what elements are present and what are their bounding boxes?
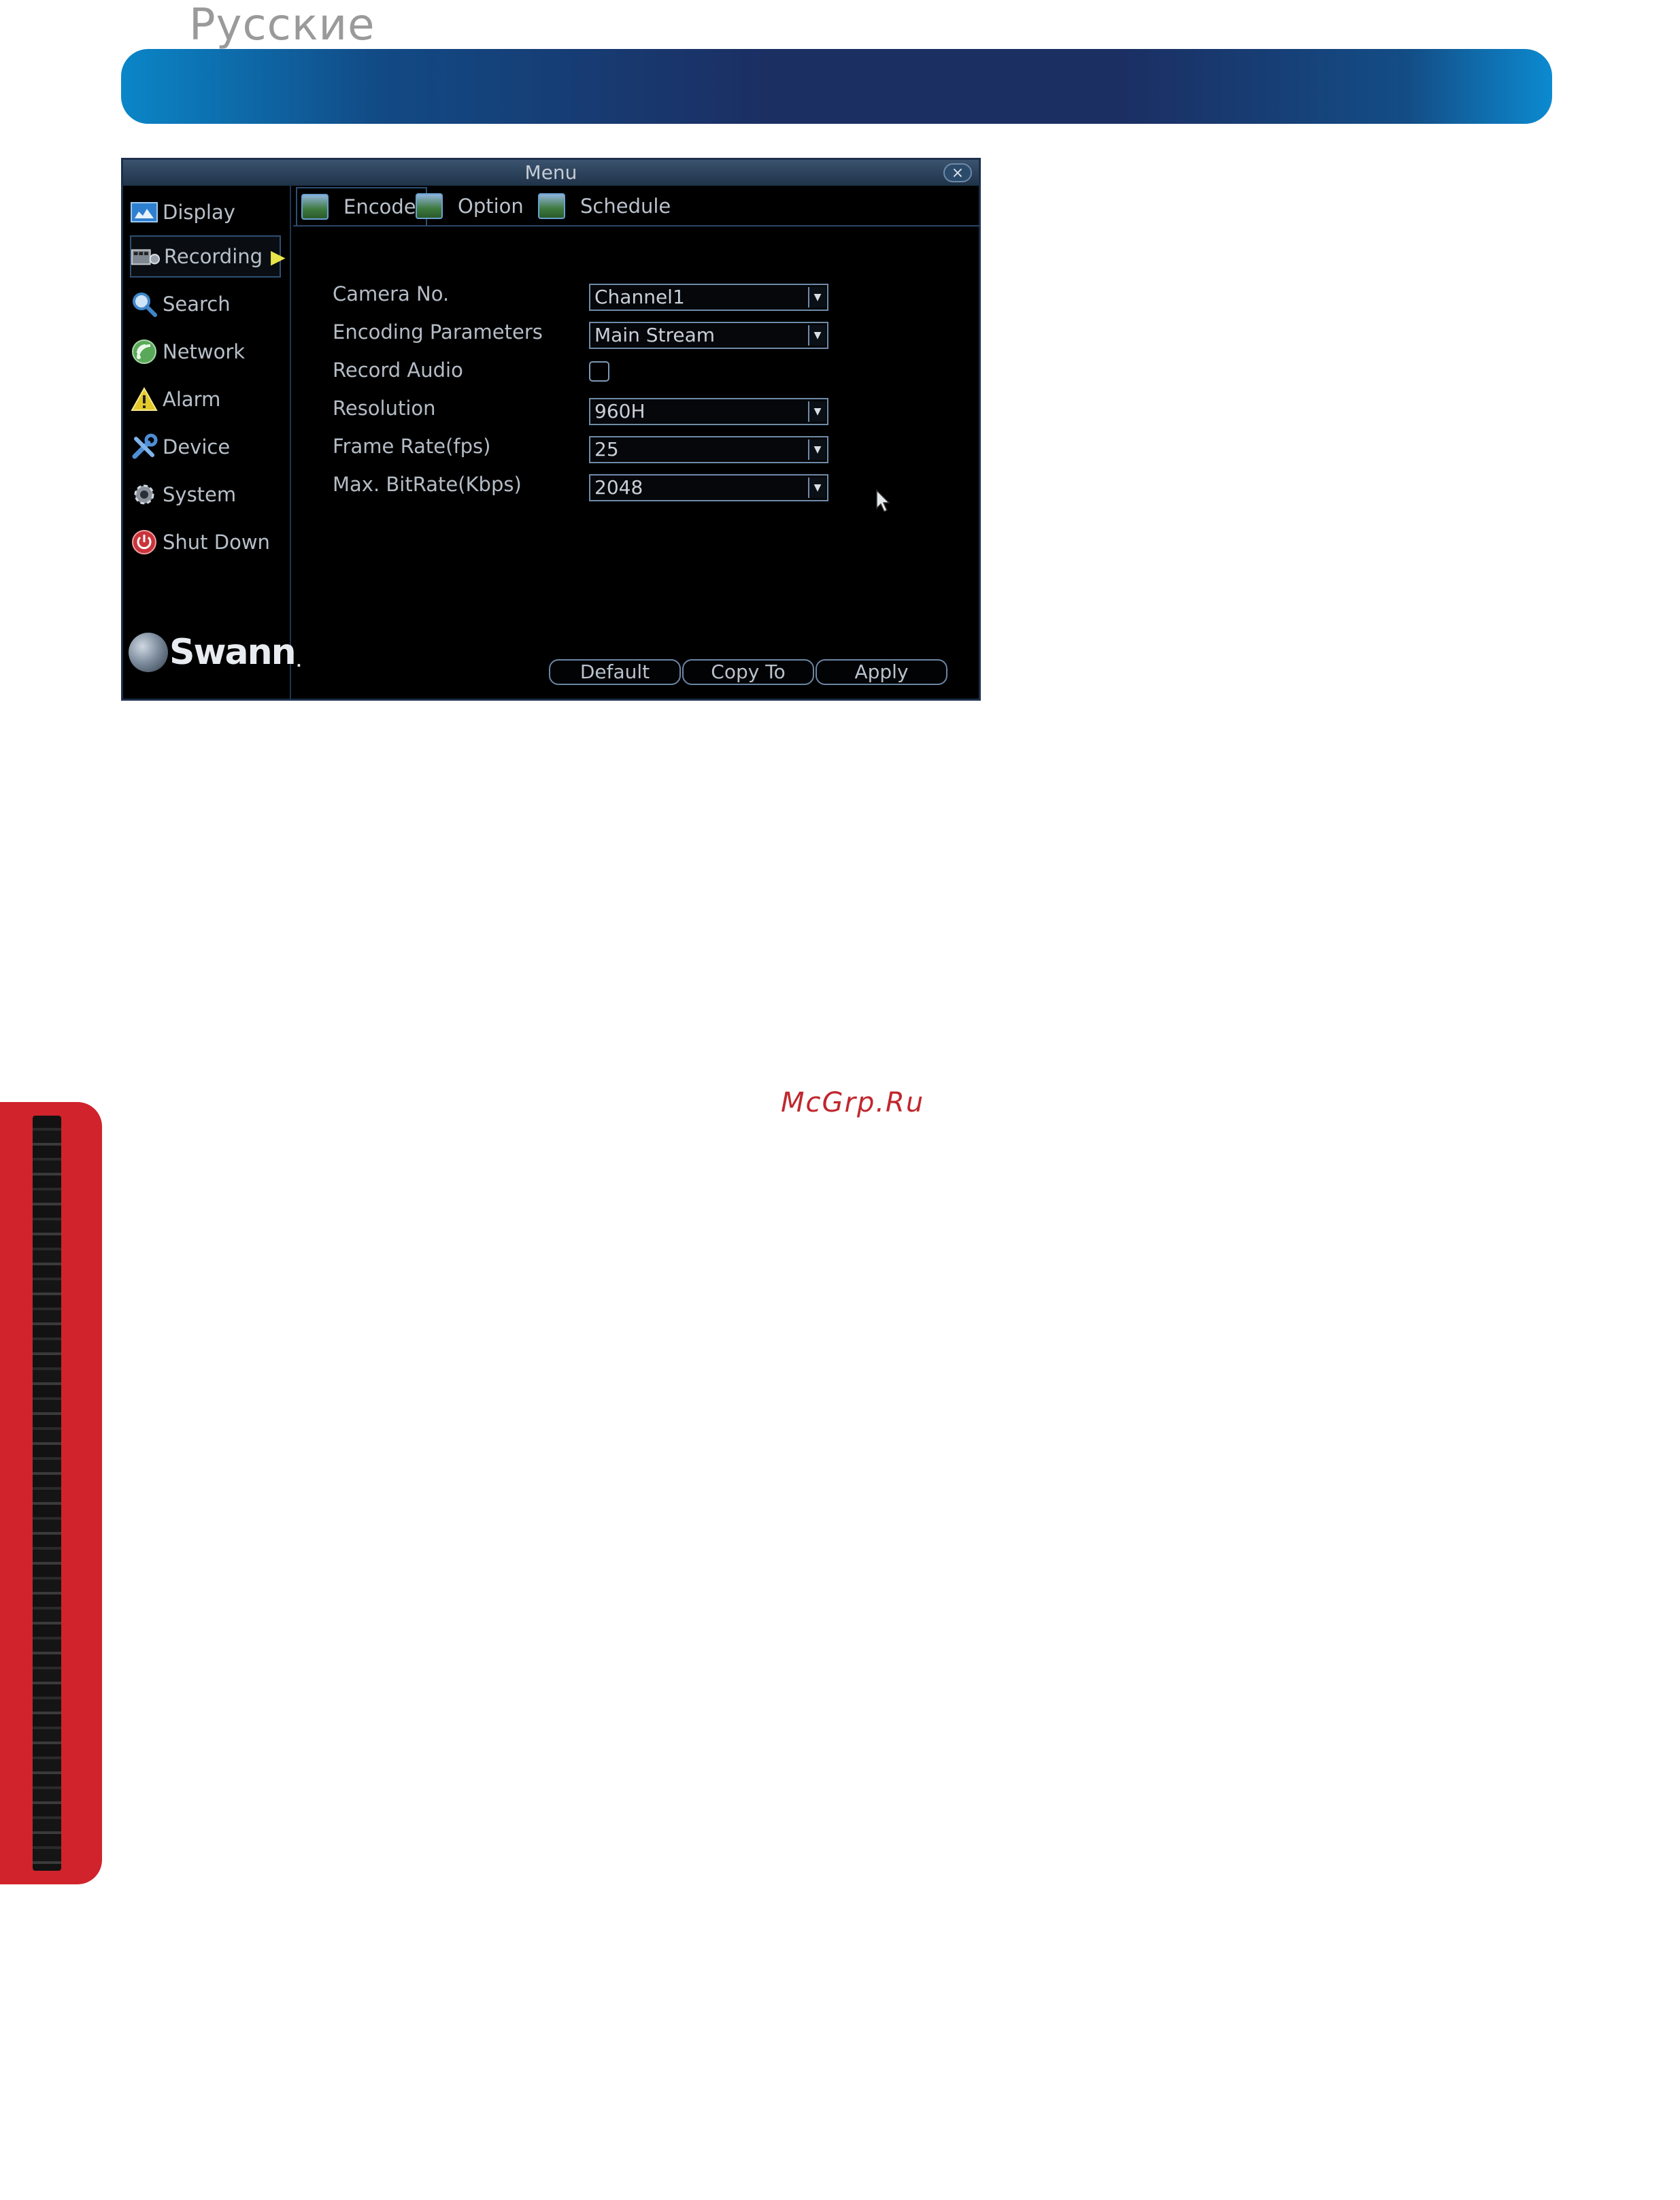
max-bitrate-label: Max. BitRate(Kbps) — [333, 473, 522, 496]
power-icon — [130, 528, 158, 556]
max-bitrate-select[interactable]: 2048 ▼ — [589, 474, 828, 501]
resolution-select[interactable]: 960H ▼ — [589, 398, 828, 425]
device-icon — [130, 433, 158, 461]
record-audio-checkbox[interactable] — [589, 361, 609, 382]
record-audio-label: Record Audio — [333, 359, 463, 382]
watermark: McGrp.Ru — [781, 1087, 925, 1118]
sidebar-item-search[interactable]: Search — [130, 283, 281, 325]
close-icon: × — [951, 165, 964, 182]
header-banner — [121, 49, 1552, 124]
camera-no-select[interactable]: Channel1 ▼ — [589, 284, 828, 311]
swann-logo-icon — [129, 633, 168, 672]
window-titlebar: Menu × — [123, 160, 979, 186]
resolution-label: Resolution — [333, 397, 436, 420]
tab-label: Option — [458, 195, 524, 218]
sidebar-item-shut-down[interactable]: Shut Down — [130, 521, 281, 563]
chevron-down-icon[interactable]: ▼ — [808, 325, 826, 346]
encoding-parameters-select[interactable]: Main Stream ▼ — [589, 322, 828, 349]
sidebar-item-label: Recording — [164, 245, 263, 268]
display-icon — [130, 198, 158, 227]
system-icon — [130, 480, 158, 509]
swann-logo: Swann . — [129, 632, 301, 673]
sidebar-item-device[interactable]: Device — [130, 426, 281, 468]
mouse-cursor-icon — [876, 489, 890, 513]
encode-tab-icon — [301, 194, 329, 220]
sidebar-item-alarm[interactable]: Alarm — [130, 378, 281, 420]
sidebar-item-label: Alarm — [163, 388, 221, 411]
chevron-down-icon[interactable]: ▼ — [808, 478, 826, 498]
sidebar-item-label: Device — [163, 435, 231, 459]
alarm-icon — [130, 385, 158, 414]
sidebar-item-label: Network — [163, 340, 246, 363]
apply-button[interactable]: Apply — [816, 659, 947, 685]
select-value: 25 — [594, 438, 619, 461]
sidebar-item-label: Search — [163, 293, 231, 316]
tab-schedule[interactable]: Schedule — [538, 187, 671, 225]
sidebar-item-label: Display — [163, 201, 235, 224]
logo-dot: . — [296, 654, 301, 670]
side-tab-strip — [33, 1116, 61, 1871]
schedule-tab-icon — [538, 193, 565, 219]
default-button[interactable]: Default — [549, 659, 681, 685]
frame-rate-select[interactable]: 25 ▼ — [589, 436, 828, 463]
tab-encode[interactable]: Encode — [296, 187, 427, 225]
option-tab-icon — [416, 193, 443, 219]
select-value: Main Stream — [594, 324, 716, 346]
sidebar-item-display[interactable]: Display — [130, 191, 281, 233]
sidebar-item-label: Shut Down — [163, 531, 270, 554]
chevron-down-icon[interactable]: ▼ — [808, 401, 826, 422]
tab-label: Schedule — [580, 195, 671, 218]
encoding-parameters-label: Encoding Parameters — [333, 320, 543, 344]
sidebar-item-recording[interactable]: Recording ▶ — [130, 235, 286, 278]
sidebar-item-network[interactable]: Network — [130, 331, 281, 373]
window-title: Menu — [524, 161, 577, 184]
dvr-menu-window: Menu × Display Recording ▶ Search Networ… — [121, 158, 981, 701]
select-value: 2048 — [594, 476, 643, 499]
tab-label: Encode — [343, 195, 416, 218]
sidebar-item-system[interactable]: System — [130, 473, 281, 516]
sidebar-item-label: System — [163, 483, 237, 506]
recording-icon — [131, 242, 160, 271]
frame-rate-label: Frame Rate(fps) — [333, 435, 491, 458]
active-arrow-icon: ▶ — [271, 245, 286, 268]
tab-bar: Encode Option Schedule — [293, 187, 980, 227]
copy-to-button[interactable]: Copy To — [682, 659, 814, 685]
search-icon — [130, 290, 158, 318]
chevron-down-icon[interactable]: ▼ — [808, 439, 826, 460]
select-value: Channel1 — [594, 286, 685, 308]
logo-text: Swann — [169, 632, 297, 673]
sidebar: Display Recording ▶ Search Network Alarm… — [123, 186, 301, 701]
tab-option[interactable]: Option — [416, 187, 524, 225]
close-button[interactable]: × — [943, 163, 972, 182]
side-tab — [0, 1102, 102, 1884]
chevron-down-icon[interactable]: ▼ — [808, 287, 826, 307]
camera-no-label: Camera No. — [333, 282, 450, 305]
network-icon — [130, 337, 158, 366]
language-heading: Русские — [189, 0, 375, 50]
select-value: 960H — [594, 400, 645, 422]
